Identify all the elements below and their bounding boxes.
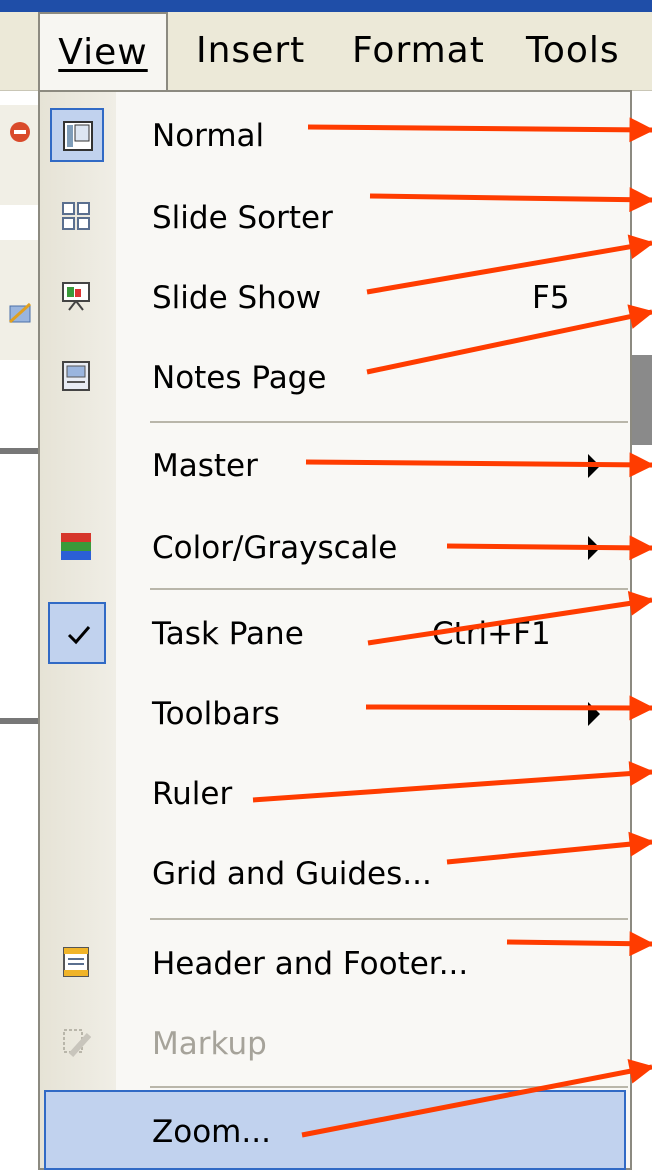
menu-item-markup-label: Markup bbox=[152, 1026, 267, 1062]
menu-format[interactable]: Format bbox=[352, 12, 485, 90]
checkmark-icon bbox=[48, 602, 106, 664]
menu-item-color-grayscale[interactable]: Color/Grayscale bbox=[40, 508, 630, 588]
menu-item-color-grayscale-label: Color/Grayscale bbox=[152, 530, 398, 566]
menu-item-zoom-label: Zoom... bbox=[152, 1114, 271, 1150]
menu-item-grid-and-guides[interactable]: Grid and Guides... bbox=[40, 834, 630, 914]
task-pane-shortcut: Ctrl+F1 bbox=[432, 616, 551, 652]
menu-insert-label: Insert bbox=[196, 30, 306, 71]
menu-separator bbox=[150, 588, 628, 590]
menu-item-slide-sorter-label: Slide Sorter bbox=[152, 200, 333, 236]
menu-tools[interactable]: Tools bbox=[526, 12, 620, 90]
menu-format-label: Format bbox=[352, 30, 485, 71]
menu-view[interactable]: View bbox=[38, 12, 168, 90]
markup-icon bbox=[50, 1016, 104, 1070]
notes-page-icon bbox=[50, 350, 104, 404]
menu-separator bbox=[150, 421, 628, 423]
background-divider bbox=[0, 448, 40, 454]
menu-view-label: View bbox=[58, 32, 148, 73]
menu-item-normal[interactable]: Normal bbox=[40, 96, 630, 176]
background-toolbar-icon bbox=[6, 118, 34, 144]
background-divider bbox=[0, 718, 40, 724]
menu-item-slide-sorter[interactable]: Slide Sorter bbox=[40, 178, 630, 258]
submenu-arrow-icon bbox=[588, 454, 600, 478]
menu-tools-label: Tools bbox=[526, 30, 620, 71]
background-toolbar-icon bbox=[6, 300, 34, 326]
menu-insert[interactable]: Insert bbox=[196, 12, 305, 90]
submenu-arrow-icon bbox=[588, 702, 600, 726]
menu-item-master-label: Master bbox=[152, 448, 258, 484]
slide-show-icon bbox=[50, 270, 104, 324]
slide-show-shortcut: F5 bbox=[532, 280, 570, 316]
view-dropdown-menu: Normal Slide Sorter Slide Show F5 Notes … bbox=[38, 90, 632, 1170]
menu-item-notes-page[interactable]: Notes Page bbox=[40, 338, 630, 418]
menu-item-notes-page-label: Notes Page bbox=[152, 360, 327, 396]
menu-item-grid-and-guides-label: Grid and Guides... bbox=[152, 856, 432, 892]
menu-item-markup[interactable]: Markup bbox=[40, 1004, 630, 1084]
menu-item-slide-show-label: Slide Show bbox=[152, 280, 322, 316]
submenu-arrow-icon bbox=[588, 536, 600, 560]
menu-item-toolbars[interactable]: Toolbars bbox=[40, 674, 630, 754]
menu-item-zoom[interactable]: Zoom... bbox=[44, 1090, 626, 1170]
menu-item-toolbars-label: Toolbars bbox=[152, 696, 280, 732]
title-bar-strip bbox=[0, 0, 652, 12]
menu-item-task-pane-label: Task Pane bbox=[152, 616, 304, 652]
menu-item-normal-label: Normal bbox=[152, 118, 265, 154]
header-footer-icon bbox=[50, 936, 104, 990]
slide-sorter-icon bbox=[50, 190, 104, 244]
menu-item-ruler-label: Ruler bbox=[152, 776, 233, 812]
normal-view-icon bbox=[50, 108, 104, 162]
background-scrollbar bbox=[632, 355, 652, 445]
menu-bar: View Insert Format Tools bbox=[0, 12, 652, 91]
menu-item-task-pane[interactable]: Task Pane Ctrl+F1 bbox=[40, 594, 630, 674]
menu-separator bbox=[150, 918, 628, 920]
color-grayscale-icon bbox=[50, 520, 104, 574]
menu-separator bbox=[150, 1086, 628, 1088]
menu-item-slide-show[interactable]: Slide Show F5 bbox=[40, 258, 630, 338]
menu-item-header-and-footer-label: Header and Footer... bbox=[152, 946, 469, 982]
menu-item-ruler[interactable]: Ruler bbox=[40, 754, 630, 834]
menu-item-header-and-footer[interactable]: Header and Footer... bbox=[40, 924, 630, 1004]
menu-item-master[interactable]: Master bbox=[40, 426, 630, 506]
